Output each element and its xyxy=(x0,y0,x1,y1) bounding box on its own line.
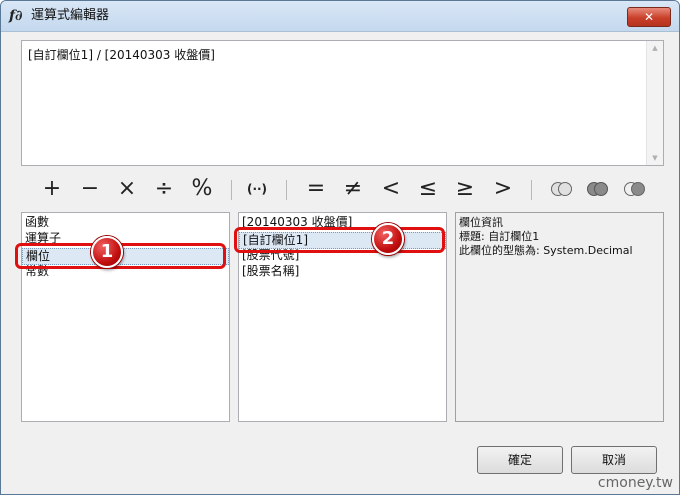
divide-button[interactable]: ÷ xyxy=(151,174,177,204)
info-type: 此欄位的型態為: System.Decimal xyxy=(459,244,633,257)
highlight-box-2 xyxy=(234,227,445,253)
equals-button[interactable]: = xyxy=(303,174,329,204)
cancel-button[interactable]: 取消 xyxy=(571,446,657,474)
union-icon[interactable] xyxy=(587,182,608,196)
percent-button[interactable]: % xyxy=(189,174,215,204)
watermark-text: cmoney.tw xyxy=(597,475,673,491)
plus-button[interactable]: + xyxy=(39,174,65,204)
window-title: 運算式編輯器 xyxy=(31,8,110,23)
intersect-icon[interactable] xyxy=(551,182,572,196)
toolbar-divider xyxy=(531,180,532,200)
callout-badge-1: 1 xyxy=(91,236,123,268)
expression-input[interactable]: [自訂欄位1] / [20140303 收盤價] ▲ ▼ xyxy=(21,40,664,166)
scroll-down-icon[interactable]: ▼ xyxy=(647,151,663,165)
toolbar-divider xyxy=(286,180,287,200)
expression-editor-window: f∂ 運算式編輯器 ✕ [自訂欄位1] / [20140303 收盤價] ▲ ▼… xyxy=(0,0,680,495)
category-item-functions[interactable]: 函數 xyxy=(25,215,49,230)
minus-button[interactable]: − xyxy=(77,174,103,204)
info-title: 標題: 自訂欄位1 xyxy=(459,230,540,243)
parentheses-button[interactable]: (··) xyxy=(244,174,270,204)
callout-badge-2: 2 xyxy=(372,223,404,255)
operator-toolbar: + − × ÷ % (··) = ≠ < ≤ ≥ > xyxy=(31,174,661,204)
less-equal-button[interactable]: ≤ xyxy=(415,174,441,204)
less-than-button[interactable]: < xyxy=(378,174,404,204)
scroll-up-icon[interactable]: ▲ xyxy=(647,41,663,55)
info-heading: 欄位資訊 xyxy=(459,216,503,229)
greater-than-button[interactable]: > xyxy=(490,174,516,204)
toolbar-divider xyxy=(231,180,232,200)
title-bar: f∂ 運算式編輯器 ✕ xyxy=(1,1,679,32)
difference-icon[interactable] xyxy=(624,182,645,196)
greater-equal-button[interactable]: ≥ xyxy=(452,174,478,204)
field-info-panel: 欄位資訊 標題: 自訂欄位1 此欄位的型態為: System.Decimal xyxy=(455,212,664,422)
ok-button[interactable]: 確定 xyxy=(477,446,563,474)
expression-scrollbar[interactable]: ▲ ▼ xyxy=(646,41,663,165)
not-equal-button[interactable]: ≠ xyxy=(340,174,366,204)
expression-text: [自訂欄位1] / [20140303 收盤價] xyxy=(28,48,215,62)
close-button[interactable]: ✕ xyxy=(627,7,671,27)
multiply-button[interactable]: × xyxy=(114,174,140,204)
formula-app-icon: f∂ xyxy=(9,8,23,24)
close-icon: ✕ xyxy=(643,10,655,24)
field-item-stock-name[interactable]: [股票名稱] xyxy=(242,264,299,279)
